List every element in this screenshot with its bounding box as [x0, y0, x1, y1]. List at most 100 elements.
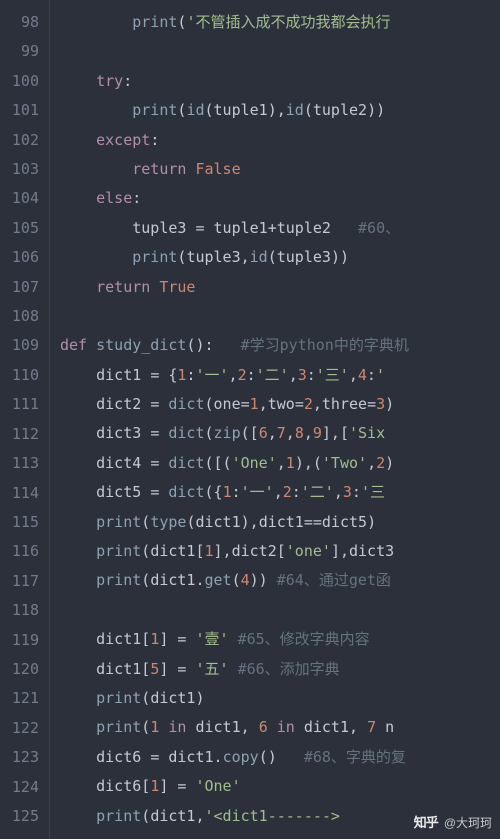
code-line[interactable]: dict4 = dict([('One',1),('Two',2) [60, 449, 500, 478]
token-fn: get [205, 571, 232, 589]
token-fn: id [186, 101, 204, 119]
code-line[interactable]: try: [60, 67, 500, 96]
line-number: 122 [6, 714, 39, 743]
code-line[interactable]: dict6 = dict1.copy() #68、字典的复 [60, 743, 500, 772]
code-line[interactable]: except: [60, 126, 500, 155]
code-line[interactable]: dict3 = dict(zip([6,7,8,9],['Six [60, 419, 500, 448]
token-op: == [304, 513, 322, 531]
token-op: , [241, 718, 250, 736]
token-op: + [268, 219, 277, 237]
token-op: : [367, 366, 376, 384]
token-str: ' [376, 366, 385, 384]
token-str: '一' [195, 366, 228, 384]
code-line[interactable]: print(type(dict1),dict1==dict5) [60, 508, 500, 537]
code-line[interactable]: dict5 = dict({1:'一',2:'二',3:'三 [60, 478, 500, 507]
token-num: 5 [150, 660, 159, 678]
code-line[interactable]: print('不管插入成不成功我都会执行 [60, 8, 500, 37]
token-str: 'one' [286, 542, 331, 560]
code-line[interactable]: print(dict1) [60, 684, 500, 713]
token-op: [ [141, 630, 150, 648]
token-num: 1 [205, 542, 214, 560]
token-num: 2 [283, 483, 292, 501]
code-line[interactable]: tuple3 = tuple1+tuple2 #60、 [60, 214, 500, 243]
code-line[interactable]: def study_dict(): #学习python中的字典机 [60, 331, 500, 360]
code-line[interactable]: print(1 in dict1, 6 in dict1, 7 n [60, 713, 500, 742]
code-line[interactable]: return True [60, 273, 500, 302]
token-op: ([ [241, 424, 259, 442]
token-id: dict4 [96, 454, 141, 472]
code-line[interactable]: else: [60, 184, 500, 213]
token-num: 1 [150, 718, 159, 736]
code-line[interactable]: print(dict1[1],dict2['one'],dict3 [60, 537, 500, 566]
line-number: 111 [6, 390, 39, 419]
code-editor[interactable]: 9899100101102103104105106107108109110111… [0, 0, 500, 839]
line-number: 120 [6, 655, 39, 684]
code-line[interactable]: dict1[5] = '五' #66、添加字典 [60, 655, 500, 684]
token-num: 4 [358, 366, 367, 384]
token-op: )) [331, 248, 349, 266]
token-op: : [232, 483, 241, 501]
token-fn: print [132, 248, 177, 266]
line-number-gutter: 9899100101102103104105106107108109110111… [0, 0, 50, 839]
token-op: ], [331, 542, 349, 560]
line-number: 121 [6, 684, 39, 713]
token-op: : [123, 72, 132, 90]
code-line[interactable]: return False [60, 155, 500, 184]
token-op: = [241, 395, 250, 413]
token-op: ] [159, 660, 168, 678]
token-fn: zip [214, 424, 241, 442]
line-number: 123 [6, 743, 39, 772]
token-str: '<dict1-------> [205, 807, 340, 825]
line-number: 102 [6, 126, 39, 155]
code-line[interactable]: print(dict1.get(4)) #64、通过get函 [60, 566, 500, 595]
token-op: = [150, 366, 159, 384]
line-number: 109 [6, 331, 39, 360]
code-line[interactable]: print(tuple3,id(tuple3)) [60, 243, 500, 272]
code-line[interactable] [60, 596, 500, 625]
code-line[interactable]: dict1[1] = '壹' #65、修改字典内容 [60, 625, 500, 654]
token-fn: print [132, 101, 177, 119]
code-line[interactable] [60, 302, 500, 331]
token-op: , [259, 395, 268, 413]
token-op: [ [141, 777, 150, 795]
code-line[interactable]: dict2 = dict(one=1,two=2,three=3) [60, 390, 500, 419]
token-num: 1 [286, 454, 295, 472]
token-op: ), [268, 101, 286, 119]
token-op: , [229, 366, 238, 384]
line-number: 100 [6, 67, 39, 96]
token-com: #68、字典的复 [304, 748, 406, 766]
token-id: dict1 [195, 513, 240, 531]
token-com: #66、添加字典 [238, 660, 340, 678]
token-op: , [289, 366, 298, 384]
token-num: 3 [298, 366, 307, 384]
token-fn: print [96, 807, 141, 825]
token-num: 9 [313, 424, 322, 442]
code-line[interactable]: dict6[1] = 'One' [60, 772, 500, 801]
line-number: 125 [6, 802, 39, 831]
line-number: 108 [6, 302, 39, 331]
line-number: 117 [6, 567, 39, 596]
code-line[interactable]: dict1 = {1:'一',2:'二',3:'三',4:' [60, 361, 500, 390]
token-id: dict1 [96, 660, 141, 678]
token-op: : [150, 131, 159, 149]
code-line[interactable]: print(id(tuple1),id(tuple2)) [60, 96, 500, 125]
token-id: dict1 [96, 366, 141, 384]
token-num: 6 [259, 424, 268, 442]
token-op: ( [141, 807, 150, 825]
token-op: ( [205, 101, 214, 119]
token-num: 2 [304, 395, 313, 413]
token-fn: print [96, 689, 141, 707]
token-kw: in [168, 718, 186, 736]
token-id: dict1 [259, 513, 304, 531]
token-op: ) [367, 513, 376, 531]
code-line[interactable]: print(dict1,'<dict1-------> [60, 802, 500, 831]
token-op: ( [141, 542, 150, 560]
token-op: : [352, 483, 361, 501]
token-op: , [274, 483, 283, 501]
code-area[interactable]: print('不管插入成不成功我都会执行 try: print(id(tuple… [50, 0, 500, 839]
token-num: 1 [150, 777, 159, 795]
token-fn: print [96, 718, 141, 736]
token-op: ],[ [322, 424, 349, 442]
code-line[interactable] [60, 37, 500, 66]
token-op: , [277, 454, 286, 472]
